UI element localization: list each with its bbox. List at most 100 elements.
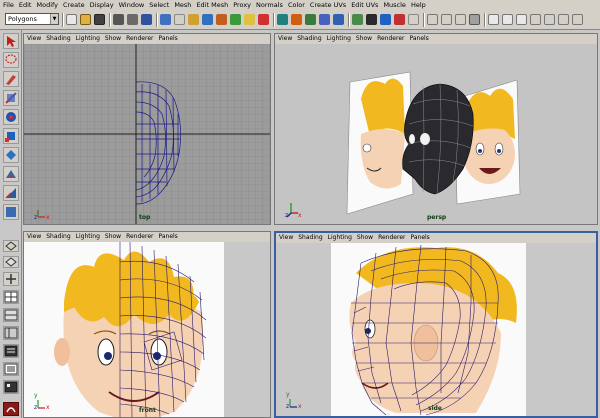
mask-misc-icon[interactable] (258, 14, 269, 25)
menu-help[interactable]: Help (411, 0, 426, 10)
menu-create[interactable]: Create (63, 0, 85, 10)
viewport-side[interactable]: View Shading Lighting Show Renderer Pane… (274, 231, 598, 418)
menu-window[interactable]: Window (119, 0, 145, 10)
menu-muscle[interactable]: Muscle (383, 0, 406, 10)
select-component-icon[interactable] (141, 14, 152, 25)
viewport-top[interactable]: View Shading Lighting Show Renderer Pane… (23, 33, 271, 225)
viewport-persp[interactable]: View Shading Lighting Show Renderer Pane… (274, 33, 598, 225)
panel-menu-lighting[interactable]: Lighting (76, 232, 100, 242)
mask-curves-icon[interactable] (188, 14, 199, 25)
panel-menu-renderer[interactable]: Renderer (378, 233, 405, 243)
viewport-front[interactable]: View Shading Lighting Show Renderer Pane… (23, 231, 271, 418)
panel-menu-show[interactable]: Show (356, 34, 372, 44)
layout-outliner-icon[interactable] (3, 362, 19, 376)
panel-menu-panels[interactable]: Panels (410, 233, 429, 243)
save-scene-icon[interactable] (94, 14, 105, 25)
input-line-icon[interactable] (427, 14, 438, 25)
move-tool-icon[interactable] (3, 90, 19, 106)
make-live-icon[interactable] (333, 14, 344, 25)
show-manipulator-tool-icon[interactable] (3, 185, 19, 201)
soft-mod-tool-icon[interactable] (3, 166, 19, 182)
new-scene-icon[interactable] (66, 14, 77, 25)
menu-create-uvs[interactable]: Create UVs (310, 0, 346, 10)
viewport-canvas-side[interactable]: side y z x (276, 243, 596, 416)
viewport-canvas-persp[interactable]: persp z x (275, 44, 597, 224)
panel-menu-renderer[interactable]: Renderer (377, 34, 404, 44)
snap-view-plane-icon[interactable] (319, 14, 330, 25)
menu-edit-mesh[interactable]: Edit Mesh (196, 0, 228, 10)
scale-tool-icon[interactable] (3, 128, 19, 144)
layout-four-icon[interactable] (544, 14, 555, 25)
panel-menu-renderer[interactable]: Renderer (126, 232, 153, 242)
layout-persp-icon[interactable] (3, 240, 19, 252)
absolute-transform-icon[interactable] (441, 14, 452, 25)
panel-menu-view[interactable]: View (278, 34, 292, 44)
panel-menu-panels[interactable]: Panels (158, 232, 177, 242)
mask-rendering-icon[interactable] (244, 14, 255, 25)
render-settings-icon[interactable] (394, 14, 405, 25)
menu-color[interactable]: Color (288, 0, 305, 10)
panel-menu-view[interactable]: View (279, 233, 293, 243)
menu-display[interactable]: Display (90, 0, 114, 10)
panel-menu-shading[interactable]: Shading (46, 34, 70, 44)
layout-persp-outliner-icon[interactable] (3, 272, 19, 286)
mask-handles-icon[interactable] (160, 14, 171, 25)
show-hide-tool-settings-icon[interactable] (502, 14, 513, 25)
mask-surfaces-icon[interactable] (202, 14, 213, 25)
menu-mesh[interactable]: Mesh (174, 0, 191, 10)
layout-persp-graph-icon[interactable] (3, 308, 19, 322)
paint-select-tool-icon[interactable] (3, 71, 19, 87)
menu-select[interactable]: Select (149, 0, 169, 10)
menu-modify[interactable]: Modify (36, 0, 58, 10)
select-hierarchy-icon[interactable] (113, 14, 124, 25)
history-icon[interactable] (352, 14, 363, 25)
snap-grid-icon[interactable] (277, 14, 288, 25)
layout-four-view-icon[interactable] (3, 256, 19, 268)
menu-normals[interactable]: Normals (256, 0, 283, 10)
muscle-icon[interactable] (3, 402, 19, 416)
panel-menu-lighting[interactable]: Lighting (328, 233, 352, 243)
panel-menu-shading[interactable]: Shading (297, 34, 321, 44)
viewport-canvas-top[interactable]: top z x (24, 44, 270, 224)
snap-point-icon[interactable] (305, 14, 316, 25)
panel-menu-show[interactable]: Show (105, 34, 121, 44)
panel-menu-shading[interactable]: Shading (46, 232, 70, 242)
panel-menu-shading[interactable]: Shading (298, 233, 322, 243)
hypershade-icon[interactable] (408, 14, 419, 25)
panel-menu-show[interactable]: Show (357, 233, 373, 243)
mask-dynamics-icon[interactable] (230, 14, 241, 25)
panel-menu-view[interactable]: View (27, 232, 41, 242)
menu-edit-uvs[interactable]: Edit UVs (351, 0, 378, 10)
show-hide-attribute-editor-icon[interactable] (488, 14, 499, 25)
panel-menu-renderer[interactable]: Renderer (126, 34, 153, 44)
panel-menu-view[interactable]: View (27, 34, 41, 44)
manipulator-tool-icon[interactable] (3, 147, 19, 163)
open-scene-icon[interactable] (80, 14, 91, 25)
select-tool-icon[interactable] (3, 33, 19, 49)
lasso-tool-icon[interactable] (3, 52, 19, 68)
layout-grid-icon[interactable] (3, 290, 19, 304)
ipr-render-icon[interactable] (380, 14, 391, 25)
menu-edit[interactable]: Edit (19, 0, 32, 10)
panel-menu-panels[interactable]: Panels (158, 34, 177, 44)
panel-menu-show[interactable]: Show (105, 232, 121, 242)
layout-single-icon[interactable] (530, 14, 541, 25)
layout-hypershade-icon[interactable] (3, 326, 19, 340)
layout-uv-editor-icon[interactable] (3, 380, 19, 394)
relative-transform-icon[interactable] (455, 14, 466, 25)
panel-menu-panels[interactable]: Panels (409, 34, 428, 44)
menu-file[interactable]: File (3, 0, 14, 10)
menu-proxy[interactable]: Proxy (233, 0, 251, 10)
last-tool-icon[interactable] (3, 204, 19, 220)
select-object-icon[interactable] (127, 14, 138, 25)
panel-menu-lighting[interactable]: Lighting (76, 34, 100, 44)
show-hide-channel-box-icon[interactable] (516, 14, 527, 25)
rename-icon[interactable] (469, 14, 480, 25)
layout-persp-relationship-icon[interactable] (3, 344, 19, 358)
rotate-tool-icon[interactable] (3, 109, 19, 125)
mask-joints-icon[interactable] (174, 14, 185, 25)
mask-deformations-icon[interactable] (216, 14, 227, 25)
menu-set-dropdown[interactable]: Polygons ▼ (5, 13, 59, 25)
snap-curve-icon[interactable] (291, 14, 302, 25)
render-frame-icon[interactable] (366, 14, 377, 25)
